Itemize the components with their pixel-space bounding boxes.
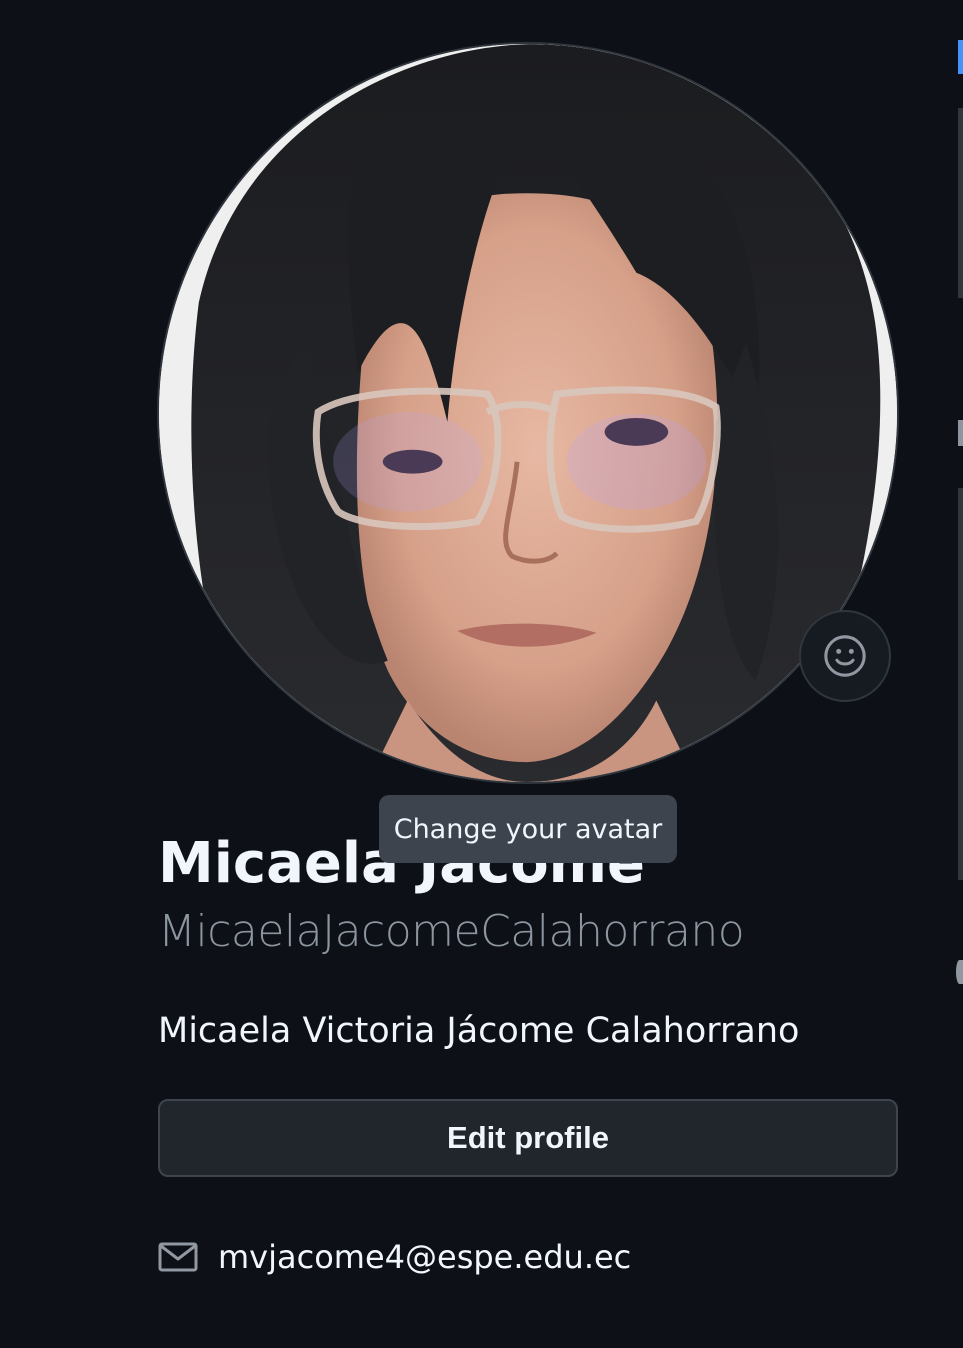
profile-page: Micaela Jacome Change your avatar Micael… bbox=[0, 0, 963, 1348]
edge-fragment bbox=[958, 488, 963, 880]
profile-avatar[interactable] bbox=[157, 42, 899, 784]
email-link[interactable]: mvjacome4@espe.edu.ec bbox=[218, 1238, 631, 1276]
edge-fragment bbox=[956, 960, 963, 984]
profile-bio: Micaela Victoria Jácome Calahorrano bbox=[158, 1011, 800, 1051]
mail-icon bbox=[158, 1242, 198, 1272]
smiley-icon bbox=[824, 635, 866, 677]
edge-fragment bbox=[958, 420, 963, 446]
avatar-photo bbox=[159, 44, 897, 782]
edit-profile-button[interactable]: Edit profile bbox=[158, 1099, 898, 1177]
profile-username: MicaelaJacomeCalahorrano bbox=[158, 906, 745, 957]
avatar-tooltip: Change your avatar bbox=[379, 795, 677, 863]
set-status-button[interactable] bbox=[799, 610, 891, 702]
edge-fragment bbox=[958, 40, 963, 74]
email-row: mvjacome4@espe.edu.ec bbox=[158, 1232, 631, 1282]
edge-fragment bbox=[958, 108, 963, 298]
